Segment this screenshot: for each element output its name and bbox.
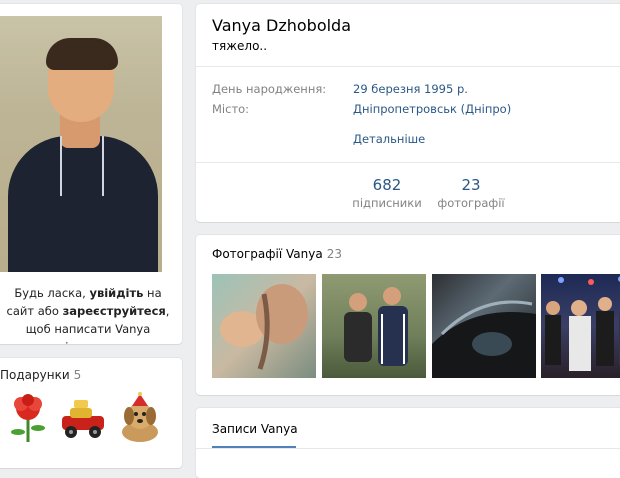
- divider: [196, 448, 620, 449]
- photos-total: 23: [326, 247, 342, 261]
- photo-thumbnail[interactable]: [212, 274, 316, 378]
- profile-status: тяжело..: [212, 39, 268, 53]
- register-link[interactable]: зареєструйтеся: [63, 304, 166, 318]
- divider: [196, 162, 620, 163]
- divider: [196, 66, 620, 67]
- profile-name: Vanya Dzhobolda: [212, 16, 352, 35]
- login-message: Будь ласка, увійдіть на сайт або зареєст…: [0, 284, 176, 344]
- flower-gift-icon[interactable]: [4, 392, 52, 444]
- gifts-header[interactable]: Подарунки 5: [0, 368, 81, 382]
- details-link[interactable]: Детальніше: [353, 132, 425, 146]
- followers-count: 682: [372, 176, 402, 194]
- gifts-card: Подарунки 5: [0, 358, 182, 468]
- login-link[interactable]: увійдіть: [89, 286, 143, 300]
- photos-title: Фотографії Vanya: [212, 247, 323, 261]
- puppy-gift-icon[interactable]: [116, 392, 164, 444]
- photo-thumbnail[interactable]: [322, 274, 426, 378]
- tab-posts[interactable]: Записи Vanya: [212, 422, 298, 436]
- followers-label: підписники: [352, 196, 422, 210]
- photos-count: 23: [461, 176, 481, 194]
- city-label: Місто:: [212, 102, 250, 116]
- avatar-card: Будь ласка, увійдіть на сайт або зареєст…: [0, 4, 182, 344]
- login-message-text: Будь ласка,: [14, 286, 90, 300]
- city-link[interactable]: Дніпропетровськ (Дніпро): [353, 102, 511, 116]
- photos-label: фотографії: [437, 196, 505, 210]
- toy-car-gift-icon[interactable]: [58, 392, 106, 444]
- photo-thumbnail[interactable]: [432, 274, 536, 378]
- gifts-title: Подарунки: [0, 368, 70, 382]
- photos-card: Фотографії Vanya 23: [196, 235, 620, 395]
- gifts-count: 5: [73, 368, 82, 382]
- avatar[interactable]: [0, 16, 162, 272]
- photos-counter[interactable]: 23 фотографії: [436, 176, 506, 210]
- birthday-label: День народження:: [212, 82, 327, 96]
- posts-card: Записи Vanya: [196, 408, 620, 478]
- photos-header[interactable]: Фотографії Vanya 23: [212, 247, 342, 261]
- followers-counter[interactable]: 682 підписники: [352, 176, 422, 210]
- profile-card: Vanya Dzhobolda тяжело.. День народження…: [196, 4, 620, 222]
- birthday-link[interactable]: 29 березня 1995 р.: [353, 82, 468, 96]
- photo-thumbnail[interactable]: [541, 274, 620, 378]
